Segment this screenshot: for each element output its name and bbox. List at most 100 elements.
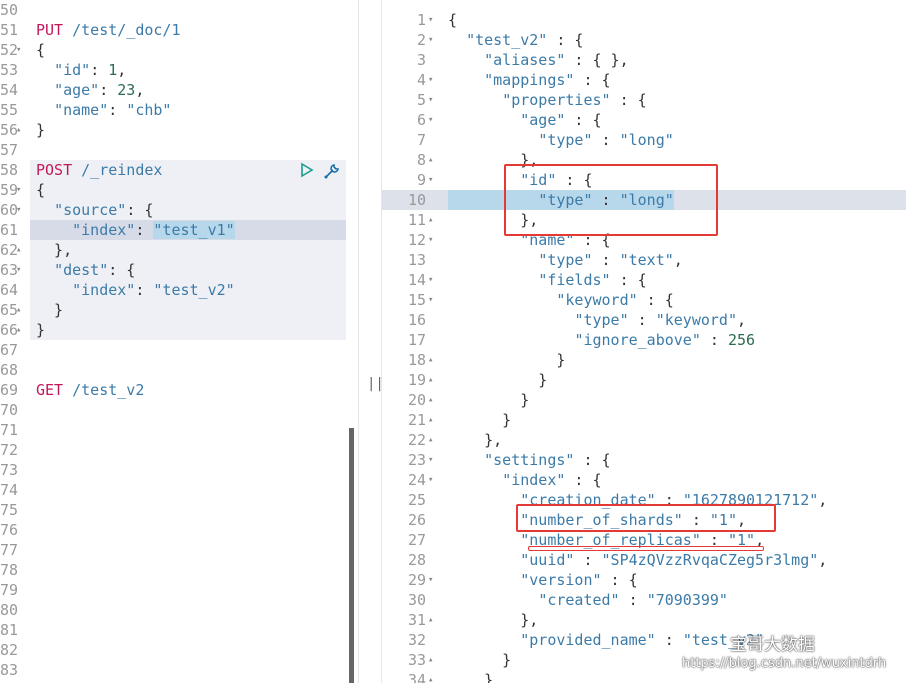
code-line: 34 ▴ } bbox=[382, 670, 906, 683]
line-number: 66 bbox=[0, 321, 19, 339]
watermark-brand: 宝哥大数据 bbox=[730, 635, 815, 655]
fold-close-icon[interactable]: ▴ bbox=[428, 150, 433, 170]
line-number: 82 bbox=[0, 641, 19, 659]
line-number: 61 bbox=[0, 221, 19, 239]
fold-open-icon[interactable]: ▾ bbox=[16, 180, 21, 200]
fold-close-icon[interactable]: ▴ bbox=[428, 210, 433, 230]
code-line: 83 bbox=[0, 660, 358, 680]
fold-open-icon[interactable]: ▾ bbox=[428, 270, 433, 290]
fold-open-icon[interactable]: ▾ bbox=[428, 110, 433, 130]
fold-open-icon[interactable]: ▾ bbox=[428, 70, 433, 90]
code-text: "aliases" : { }, bbox=[484, 51, 629, 69]
code-text: { bbox=[36, 41, 46, 59]
code-line: 54 "age": 23, bbox=[0, 80, 358, 100]
line-number: 16 bbox=[407, 311, 426, 329]
fold-close-icon[interactable]: ▴ bbox=[16, 120, 21, 140]
line-number: 69 bbox=[0, 381, 19, 399]
line-number: 2 bbox=[416, 31, 426, 49]
line-number: 1 bbox=[416, 11, 426, 29]
code-line: 51 PUT /test/_doc/1 bbox=[0, 20, 358, 40]
line-number: 52 bbox=[0, 41, 19, 59]
fold-close-icon[interactable]: ▴ bbox=[16, 300, 21, 320]
line-number: 75 bbox=[0, 501, 19, 519]
fold-close-icon[interactable]: ▴ bbox=[428, 350, 433, 370]
fold-close-icon[interactable]: ▴ bbox=[428, 650, 433, 670]
code-line: 68 bbox=[0, 360, 358, 380]
code-line: 19 ▴ } bbox=[382, 370, 906, 390]
code-text: } bbox=[448, 371, 548, 389]
code-line: 14 ▾ "fields" : { bbox=[382, 270, 906, 290]
fold-open-icon[interactable]: ▾ bbox=[16, 40, 21, 60]
fold-open-icon[interactable]: ▾ bbox=[428, 570, 433, 590]
fold-open-icon[interactable]: ▾ bbox=[428, 290, 433, 310]
fold-close-icon[interactable]: ▴ bbox=[16, 320, 21, 340]
code-text: "uuid" : "SP4zQVzzRvqaCZeg5r3lmg", bbox=[520, 551, 828, 569]
line-number: 77 bbox=[0, 541, 19, 559]
line-number: 67 bbox=[0, 341, 19, 359]
code-text: "keyword" : { bbox=[556, 291, 674, 309]
line-number: 12 bbox=[407, 231, 426, 249]
code-text: "index": "test_v1" bbox=[72, 221, 235, 239]
fold-open-icon[interactable]: ▾ bbox=[428, 170, 433, 190]
watermark-url: https://blog.csdn.net/wuxintdrh bbox=[682, 656, 887, 671]
fold-open-icon[interactable]: ▾ bbox=[428, 470, 433, 490]
line-number: 27 bbox=[407, 531, 426, 549]
fold-open-icon[interactable]: ▾ bbox=[428, 230, 433, 250]
code-text: }, bbox=[448, 431, 503, 449]
code-text: "age" : { bbox=[520, 111, 602, 129]
code-text: "id": 1, bbox=[54, 61, 127, 79]
line-number: 51 bbox=[0, 21, 19, 39]
line-number: 78 bbox=[0, 561, 19, 579]
fold-close-icon[interactable]: ▴ bbox=[428, 410, 433, 430]
line-number: 73 bbox=[0, 461, 19, 479]
code-line: 6 ▾ "age" : { bbox=[382, 110, 906, 130]
fold-close-icon[interactable]: ▴ bbox=[428, 670, 433, 683]
code-text: "created" : "7090399" bbox=[538, 591, 728, 609]
fold-open-icon[interactable]: ▾ bbox=[428, 30, 433, 50]
fold-close-icon[interactable]: ▴ bbox=[428, 430, 433, 450]
fold-close-icon[interactable]: ▴ bbox=[16, 240, 21, 260]
pane-resizer[interactable]: || bbox=[358, 0, 384, 683]
line-number: 65 bbox=[0, 301, 19, 319]
code-line: 78 bbox=[0, 560, 358, 580]
line-number: 19 bbox=[407, 371, 426, 389]
code-line: 2 ▾ "test_v2" : { bbox=[382, 30, 906, 50]
line-number: 53 bbox=[0, 61, 19, 79]
line-number: 50 bbox=[0, 1, 19, 19]
fold-open-icon[interactable]: ▾ bbox=[428, 450, 433, 470]
code-line: 77 bbox=[0, 540, 358, 560]
fold-close-icon[interactable]: ▴ bbox=[428, 390, 433, 410]
fold-open-icon[interactable]: ▾ bbox=[16, 260, 21, 280]
code-line: 7 "type" : "long" bbox=[382, 130, 906, 150]
code-line: 60 ▾ "source": { bbox=[0, 200, 358, 220]
code-line: 50 bbox=[0, 0, 358, 20]
code-line: 65 ▴ } bbox=[0, 300, 358, 320]
code-line: 21 ▴ } bbox=[382, 410, 906, 430]
fold-open-icon[interactable]: ▾ bbox=[16, 200, 21, 220]
annotation-underline-replicas bbox=[528, 546, 764, 551]
line-number: 15 bbox=[407, 291, 426, 309]
line-number: 72 bbox=[0, 441, 19, 459]
code-text: "dest": { bbox=[54, 261, 136, 279]
fold-open-icon[interactable]: ▾ bbox=[428, 10, 433, 30]
code-text: "settings" : { bbox=[484, 451, 611, 469]
fold-open-icon[interactable]: ▾ bbox=[428, 90, 433, 110]
line-number: 4 bbox=[416, 71, 426, 89]
code-text: } bbox=[36, 301, 64, 319]
request-editor[interactable]: 50 51 PUT /test/_doc/1 52 ▾{53 "id": 1, 54 "a… bbox=[0, 0, 358, 683]
code-text: } bbox=[448, 651, 512, 669]
code-line: 31 ▴ }, bbox=[382, 610, 906, 630]
code-text: PUT /test/_doc/1 bbox=[36, 21, 181, 39]
code-line: 70 bbox=[0, 400, 358, 420]
line-number: 33 bbox=[407, 651, 426, 669]
fold-close-icon[interactable]: ▴ bbox=[428, 370, 433, 390]
code-line: 15 ▾ "keyword" : { bbox=[382, 290, 906, 310]
line-number: 54 bbox=[0, 81, 19, 99]
line-number: 22 bbox=[407, 431, 426, 449]
code-text: "age": 23, bbox=[54, 81, 145, 99]
line-number: 29 bbox=[407, 571, 426, 589]
code-line: 24 ▾ "index" : { bbox=[382, 470, 906, 490]
code-line: 16 "type" : "keyword", bbox=[382, 310, 906, 330]
fold-close-icon[interactable]: ▴ bbox=[428, 610, 433, 630]
line-number: 76 bbox=[0, 521, 19, 539]
